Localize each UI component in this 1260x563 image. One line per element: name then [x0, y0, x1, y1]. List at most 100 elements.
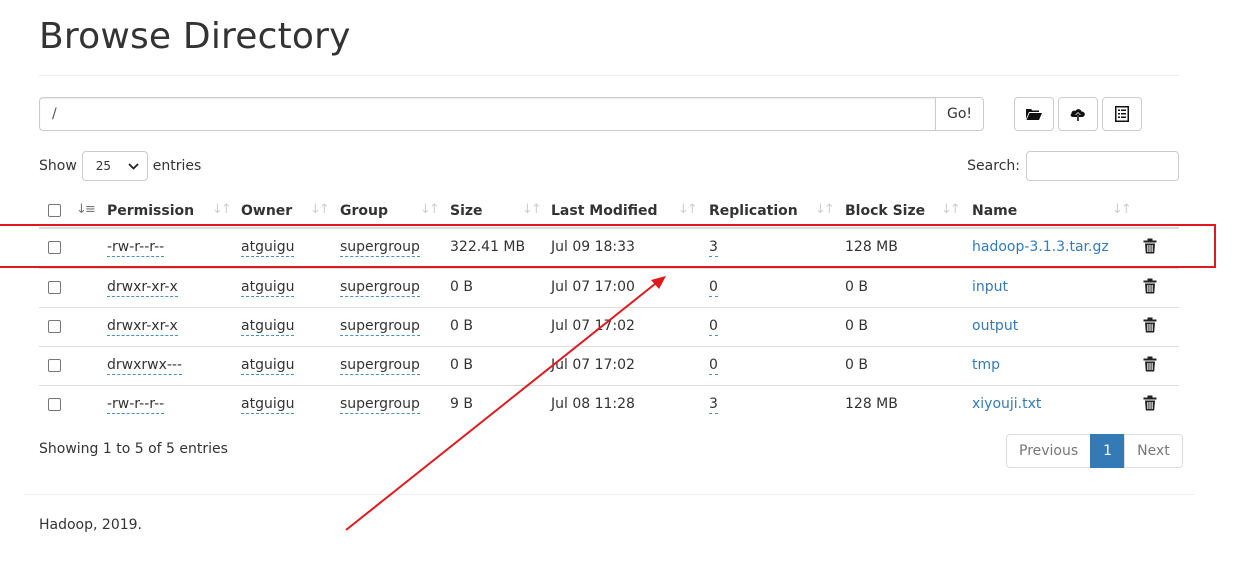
size-cell: 0 B [450, 318, 473, 334]
sort-icon[interactable]: ↓↑ [678, 202, 698, 217]
row-checkbox[interactable] [48, 398, 61, 411]
trash-icon[interactable] [1143, 278, 1157, 294]
permission-link[interactable]: -rw-r--r-- [107, 396, 165, 414]
table-row: -rw-r--r-- atguigu supergroup 9 B Jul 08… [39, 385, 1179, 424]
size-cell: 9 B [450, 396, 473, 412]
modified-cell: Jul 08 11:28 [551, 396, 635, 412]
replication-link[interactable]: 3 [709, 239, 718, 257]
entries-length-control: Show 25 entries [39, 151, 201, 181]
table-header: ↓≡ Permission ↓↑ Owner ↓↑ Group ↓↑ Size … [39, 191, 1179, 229]
file-table: ↓≡ Permission ↓↑ Owner ↓↑ Group ↓↑ Size … [39, 191, 1179, 424]
group-cell[interactable]: supergroup [340, 239, 420, 257]
table-info: Showing 1 to 5 of 5 entries [39, 441, 228, 457]
sort-icon[interactable]: ↓↑ [310, 202, 330, 217]
sort-icon[interactable]: ↓↑ [420, 202, 440, 217]
go-button[interactable]: Go! [935, 97, 984, 131]
column-header-group[interactable]: Group [340, 203, 388, 219]
path-bar: Go! [39, 97, 984, 131]
upload-button[interactable] [1058, 97, 1098, 131]
entries-select[interactable]: 25 [81, 151, 148, 181]
pagination: Previous 1 Next [1006, 434, 1183, 468]
row-checkbox[interactable] [48, 241, 61, 254]
entries-label: entries [152, 158, 202, 174]
footer-text: Hadoop, 2019. [39, 517, 142, 533]
block-size-cell: 0 B [845, 357, 868, 373]
column-header-last-modified[interactable]: Last Modified [551, 203, 658, 219]
column-header-size[interactable]: Size [450, 203, 483, 219]
replication-link[interactable]: 0 [709, 357, 718, 375]
permission-link[interactable]: drwxr-xr-x [107, 279, 178, 297]
owner-cell[interactable]: atguigu [241, 239, 295, 257]
modified-cell: Jul 07 17:02 [551, 318, 635, 334]
sort-icon[interactable]: ↓↑ [522, 202, 542, 217]
sort-icon[interactable]: ↓↑ [941, 202, 961, 217]
previous-page-button[interactable]: Previous [1006, 434, 1092, 468]
divider [39, 75, 1179, 76]
trash-icon[interactable] [1143, 395, 1157, 411]
modified-cell: Jul 09 18:33 [551, 239, 635, 255]
block-size-cell: 128 MB [845, 239, 898, 255]
footer-divider [24, 494, 1194, 495]
row-checkbox[interactable] [48, 281, 61, 294]
show-label: Show [39, 158, 77, 174]
owner-cell[interactable]: atguigu [241, 279, 295, 297]
modified-cell: Jul 07 17:00 [551, 279, 635, 295]
group-cell[interactable]: supergroup [340, 357, 420, 375]
column-header-permission[interactable]: Permission [107, 203, 194, 219]
entries-select-value: 25 [95, 159, 112, 173]
column-header-owner[interactable]: Owner [241, 203, 292, 219]
column-header-block-size[interactable]: Block Size [845, 203, 925, 219]
replication-link[interactable]: 0 [709, 279, 718, 297]
file-name-link[interactable]: input [972, 279, 1008, 295]
owner-cell[interactable]: atguigu [241, 396, 295, 414]
owner-cell[interactable]: atguigu [241, 318, 295, 336]
column-header-replication[interactable]: Replication [709, 203, 798, 219]
replication-link[interactable]: 3 [709, 396, 718, 414]
block-size-cell: 0 B [845, 318, 868, 334]
folder-open-icon [1026, 109, 1042, 120]
file-name-link[interactable]: tmp [972, 357, 1000, 373]
table-row: -rw-r--r-- atguigu supergroup 322.41 MB … [39, 229, 1179, 268]
permission-link[interactable]: drwxr-xr-x [107, 318, 178, 336]
search-input[interactable] [1026, 151, 1179, 181]
column-header-name[interactable]: Name [972, 203, 1017, 219]
page-1-button[interactable]: 1 [1090, 434, 1126, 468]
permission-link[interactable]: drwxrwx--- [107, 357, 183, 375]
file-name-link[interactable]: hadoop-3.1.3.tar.gz [972, 239, 1109, 255]
file-name-link[interactable]: output [972, 318, 1018, 334]
group-cell[interactable]: supergroup [340, 396, 420, 414]
chevron-down-icon [128, 162, 139, 170]
cloud-upload-icon [1070, 109, 1085, 121]
select-all-checkbox[interactable] [48, 204, 61, 217]
sort-icon[interactable]: ↓↑ [815, 202, 835, 217]
search-label: Search: [967, 158, 1020, 174]
modified-cell: Jul 07 17:02 [551, 357, 635, 373]
trash-icon[interactable] [1143, 238, 1157, 254]
next-page-button[interactable]: Next [1124, 434, 1183, 468]
size-cell: 0 B [450, 357, 473, 373]
owner-cell[interactable]: atguigu [241, 357, 295, 375]
page-title: Browse Directory [39, 16, 351, 57]
list-icon [1115, 106, 1129, 122]
size-cell: 0 B [450, 279, 473, 295]
file-name-link[interactable]: xiyouji.txt [972, 396, 1041, 412]
trash-icon[interactable] [1143, 356, 1157, 372]
sort-icon[interactable]: ↓↑ [212, 202, 232, 217]
table-row: drwxr-xr-x atguigu supergroup 0 B Jul 07… [39, 307, 1179, 346]
sort-icon[interactable]: ↓↑ [1112, 202, 1132, 217]
table-body: -rw-r--r-- atguigu supergroup 322.41 MB … [39, 229, 1179, 424]
size-cell: 322.41 MB [450, 239, 526, 255]
path-input[interactable] [39, 97, 935, 131]
permission-link[interactable]: -rw-r--r-- [107, 239, 165, 257]
trash-icon[interactable] [1143, 317, 1157, 333]
row-checkbox[interactable] [48, 359, 61, 372]
replication-link[interactable]: 0 [709, 318, 718, 336]
group-cell[interactable]: supergroup [340, 279, 420, 297]
cut-paste-button[interactable] [1102, 97, 1142, 131]
sort-asc-icon[interactable]: ↓≡ [76, 202, 96, 217]
search-control: Search: [967, 151, 1179, 181]
block-size-cell: 128 MB [845, 396, 898, 412]
group-cell[interactable]: supergroup [340, 318, 420, 336]
create-directory-button[interactable] [1014, 97, 1054, 131]
row-checkbox[interactable] [48, 320, 61, 333]
